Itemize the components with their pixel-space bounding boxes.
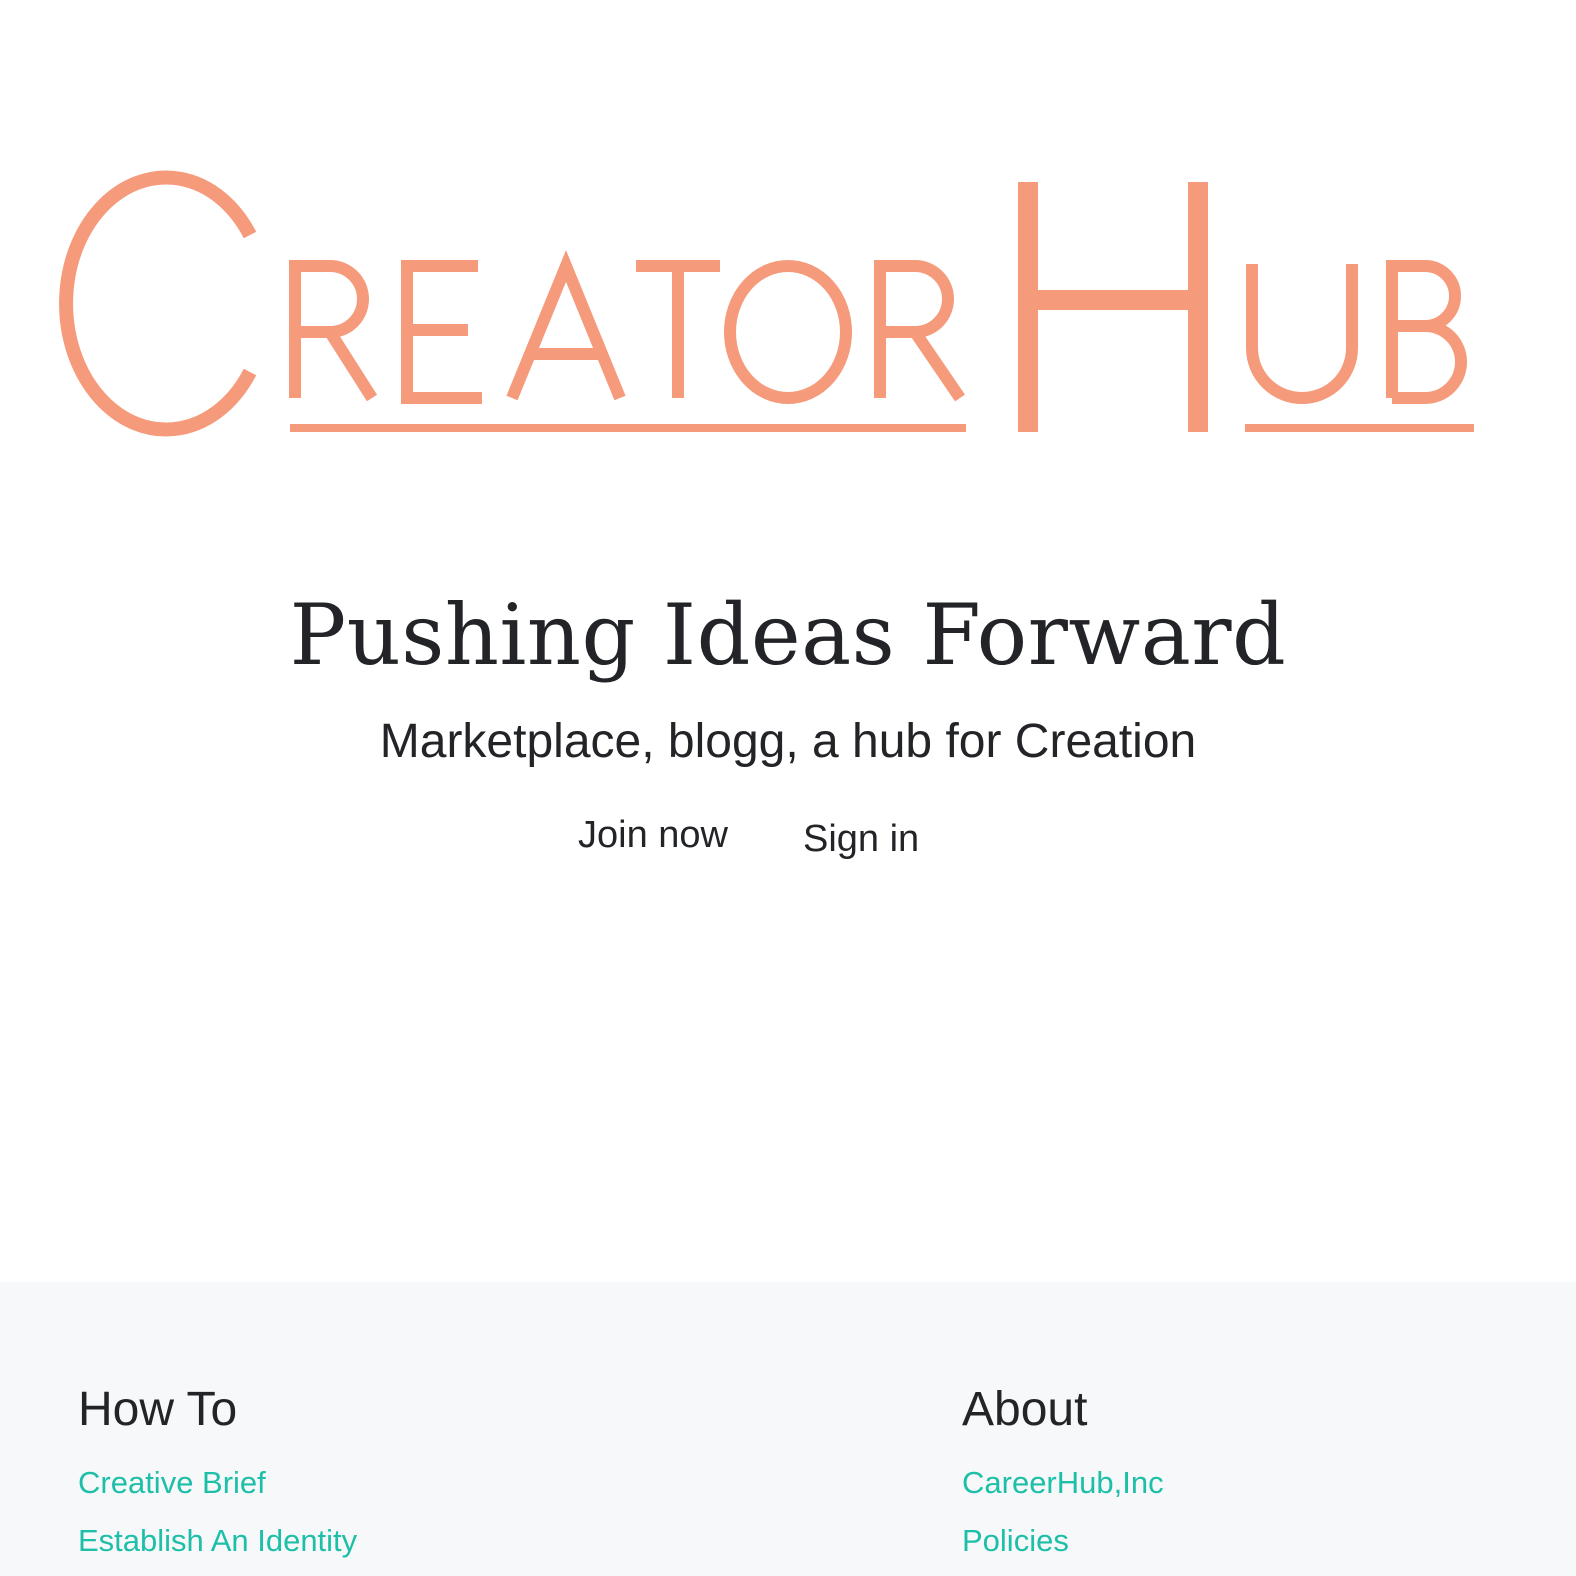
footer-column-about: About CareerHub,Inc Policies <box>962 1380 1164 1570</box>
sign-in-link[interactable]: Sign in <box>803 814 919 864</box>
footer-link-creative-brief[interactable]: Creative Brief <box>78 1454 357 1512</box>
footer-heading-how-to: How To <box>78 1383 238 1436</box>
join-now-link[interactable]: Join now <box>578 810 728 860</box>
hero-tagline: Marketplace, blogg, a hub for Creation <box>379 715 1197 768</box>
footer-heading-about: About <box>962 1383 1088 1436</box>
footer-link-policies[interactable]: Policies <box>962 1512 1164 1570</box>
footer-link-careerhub-inc[interactable]: CareerHub,Inc <box>962 1454 1164 1512</box>
hero-headline: Pushing Ideas Forward <box>289 586 1287 684</box>
logo-wordmark <box>59 170 1474 437</box>
site-footer: How To Creative Brief Establish An Ident… <box>0 1282 1576 1576</box>
footer-link-establish-identity[interactable]: Establish An Identity <box>78 1512 357 1570</box>
creatorhub-logo[interactable] <box>0 160 1576 460</box>
footer-column-how-to: How To Creative Brief Establish An Ident… <box>78 1380 357 1570</box>
